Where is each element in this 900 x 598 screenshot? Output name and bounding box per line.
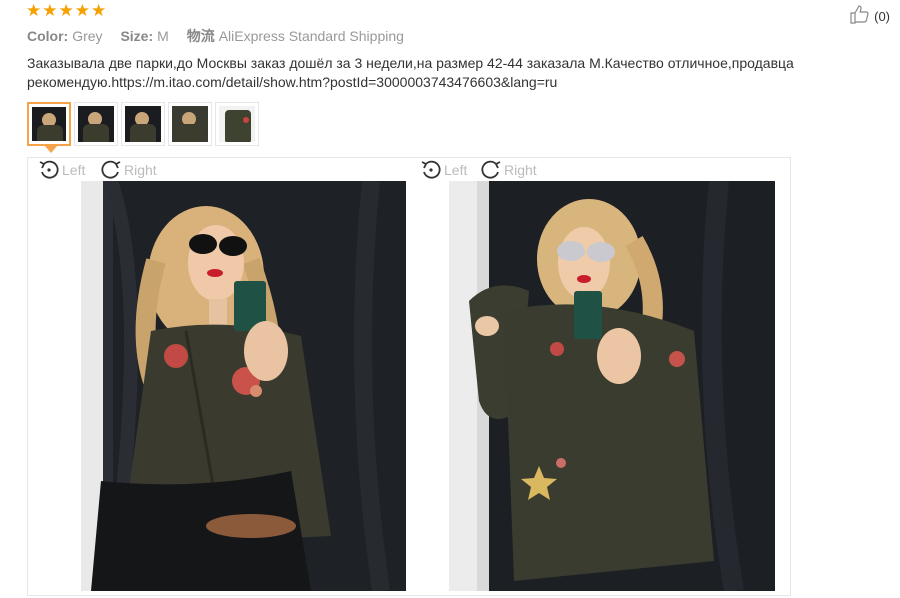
logistics-label: 物流 bbox=[186, 28, 215, 44]
thumbs-up-icon[interactable] bbox=[849, 4, 871, 29]
star-icon: ★ bbox=[26, 1, 42, 20]
size-label: Size: bbox=[120, 28, 154, 44]
rotate-left-button[interactable]: Left bbox=[420, 159, 467, 181]
photo-viewer-1: Left Right bbox=[27, 157, 417, 596]
star-icon: ★ bbox=[74, 1, 90, 20]
helpful-count: (0) bbox=[874, 9, 890, 24]
size-value: M bbox=[157, 28, 169, 44]
rotate-right-label: Right bbox=[504, 162, 537, 178]
logistics-value: AliExpress Standard Shipping bbox=[218, 28, 404, 44]
star-icon: ★ bbox=[58, 1, 74, 20]
rotate-left-icon[interactable] bbox=[38, 159, 60, 181]
thumbnail-3[interactable] bbox=[121, 102, 165, 146]
rotate-left-label: Left bbox=[444, 162, 468, 178]
thumbnail-4[interactable] bbox=[168, 102, 212, 146]
color-value: Grey bbox=[72, 28, 103, 44]
rating-stars: ★ ★ ★ ★ ★ bbox=[26, 2, 106, 20]
rotate-right-button[interactable]: Right bbox=[100, 159, 157, 181]
thumbnail-1[interactable] bbox=[27, 102, 71, 153]
rotate-left-button[interactable]: Left bbox=[38, 159, 85, 181]
rotate-right-button[interactable]: Right bbox=[480, 159, 537, 181]
rotate-left-icon[interactable] bbox=[420, 159, 442, 181]
rotate-right-icon[interactable] bbox=[480, 159, 502, 181]
star-icon: ★ bbox=[42, 1, 58, 20]
thumbnail-2[interactable] bbox=[74, 102, 118, 146]
review-meta: Color: Grey Size: M 物流 AliExpress Standard … bbox=[27, 26, 418, 46]
review-comment: Заказывала две парки,до Москвы заказ дош… bbox=[27, 55, 794, 90]
star-icon: ★ bbox=[91, 1, 107, 20]
thumbnail-5[interactable] bbox=[215, 102, 259, 146]
rotate-left-label: Left bbox=[62, 162, 86, 178]
review-photo-1 bbox=[81, 181, 406, 591]
helpful-button[interactable]: (0) bbox=[849, 4, 890, 29]
photo-viewer-2: Left Right bbox=[412, 157, 791, 596]
thumbnail-strip bbox=[27, 102, 259, 153]
rotate-right-label: Right bbox=[124, 162, 157, 178]
rotate-right-icon[interactable] bbox=[100, 159, 122, 181]
color-label: Color: bbox=[27, 28, 69, 44]
review-photo-2 bbox=[449, 181, 775, 591]
